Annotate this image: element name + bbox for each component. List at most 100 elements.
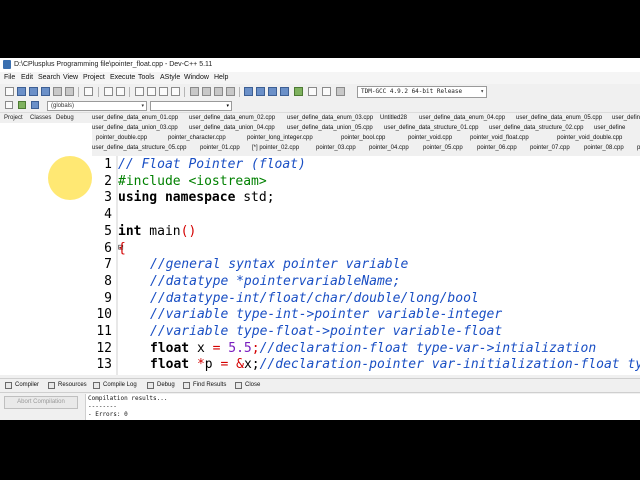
- toolbar-separator: [78, 87, 79, 97]
- devcpp-window: D:\CPlusplus Programming file\pointer_fl…: [0, 58, 640, 420]
- file-tab[interactable]: pointer_void_double.cpp: [557, 133, 622, 143]
- file-tab[interactable]: user_define_data_union_03.cpp: [92, 123, 178, 133]
- file-tab[interactable]: pointer_long_integer.cpp: [247, 133, 313, 143]
- file-tab[interactable]: pointer_05.cpp: [423, 143, 463, 153]
- tab-resources[interactable]: Resources: [58, 379, 87, 392]
- menu-project[interactable]: Project: [83, 72, 105, 84]
- keyword: using namespace: [118, 190, 236, 206]
- menu-help[interactable]: Help: [214, 72, 228, 84]
- tab-project[interactable]: Project: [4, 113, 23, 123]
- rebuild-all-icon[interactable]: [280, 87, 289, 96]
- goto-line-icon[interactable]: [171, 87, 180, 96]
- line-number: 1: [104, 157, 112, 172]
- tab-compiler[interactable]: Compiler: [15, 379, 39, 392]
- compile-run-icon[interactable]: [268, 87, 277, 96]
- letterbox-bottom: [0, 420, 640, 480]
- menu-view[interactable]: View: [63, 72, 78, 84]
- file-tab[interactable]: user_define_data_enum_01.cpp: [92, 113, 178, 123]
- file-tab[interactable]: user_define_data_structure_02.cpp: [489, 123, 583, 133]
- line-number: 3: [104, 190, 112, 206]
- tab-debug[interactable]: Debug: [157, 379, 175, 392]
- file-tab[interactable]: pointer_04.cpp: [369, 143, 409, 153]
- indent-icon[interactable]: [190, 87, 199, 96]
- new-class-icon[interactable]: [5, 101, 13, 109]
- file-tab[interactable]: pointer_void_float.cpp: [470, 133, 529, 143]
- chevron-down-icon: ▾: [226, 103, 229, 109]
- toggle-icon[interactable]: [31, 101, 39, 109]
- file-tab[interactable]: Untitled28: [380, 113, 407, 123]
- keyword: float: [150, 357, 190, 373]
- menu-astyle[interactable]: AStyle: [160, 72, 180, 84]
- file-tab[interactable]: user_define: [594, 123, 625, 133]
- replace-icon[interactable]: [147, 87, 156, 96]
- file-tab[interactable]: pointer_03.cpp: [316, 143, 356, 153]
- file-tab[interactable]: user_define_data_enum_03.cpp: [287, 113, 373, 123]
- close-file-icon[interactable]: [53, 87, 62, 96]
- insert-icon[interactable]: [18, 101, 26, 109]
- delete-profile-icon[interactable]: [336, 87, 345, 96]
- undo-icon[interactable]: [104, 87, 113, 96]
- tab-debug[interactable]: Debug: [56, 113, 74, 123]
- check-syntax-icon[interactable]: [294, 87, 303, 96]
- file-tab[interactable]: user_define_data_enum_02.cpp: [189, 113, 275, 123]
- code-text: main: [141, 223, 181, 239]
- file-tab[interactable]: user_define_data_union_05.cpp: [287, 123, 373, 133]
- file-tab[interactable]: pointer_character.cpp: [168, 133, 226, 143]
- line-number: 5: [104, 223, 112, 239]
- toggle-comment-icon[interactable]: [214, 87, 223, 96]
- menu-search[interactable]: Search: [38, 72, 60, 84]
- bookmark-icon[interactable]: [226, 87, 235, 96]
- menu-window[interactable]: Window: [184, 72, 209, 84]
- debug-icon[interactable]: [308, 87, 317, 96]
- find-next-icon[interactable]: [159, 87, 168, 96]
- toolbar-separator: [184, 87, 185, 97]
- close-all-icon[interactable]: [65, 87, 74, 96]
- file-tab[interactable]: pointer_bool.cpp: [341, 133, 385, 143]
- file-tab[interactable]: user_define_data_enum_04.cpp: [419, 113, 505, 123]
- tab-compile-log[interactable]: Compile Log: [103, 379, 137, 392]
- debug-icon: [147, 382, 154, 389]
- bottom-panel-tabs: Compiler Resources Compile Log Debug Fin…: [0, 378, 640, 393]
- abort-compilation-button[interactable]: Abort Compilation: [4, 396, 78, 409]
- file-tab[interactable]: user_define_data_structure_05.cpp: [92, 143, 186, 153]
- operator: ;: [251, 340, 260, 356]
- menu-edit[interactable]: Edit: [21, 72, 33, 84]
- find-icon[interactable]: [135, 87, 144, 96]
- file-tab[interactable]: user_define_data_enum_05.cpp: [516, 113, 602, 123]
- menu-tools[interactable]: Tools: [138, 72, 154, 84]
- file-tab[interactable]: user_define_data_union_04.cpp: [189, 123, 275, 133]
- file-tab[interactable]: pointer_void.cpp: [408, 133, 452, 143]
- compile-icon[interactable]: [244, 87, 253, 96]
- file-tab[interactable]: pointer_07.cpp: [530, 143, 570, 153]
- line-number: 7: [104, 257, 112, 273]
- unindent-icon[interactable]: [202, 87, 211, 96]
- tab-close[interactable]: Close: [245, 379, 260, 392]
- file-tab[interactable]: pointer_01.cpp: [200, 143, 240, 153]
- profile-icon[interactable]: [322, 87, 331, 96]
- file-tab[interactable]: pointer_double.cpp: [96, 133, 147, 143]
- menu-file[interactable]: File: [4, 72, 15, 84]
- code-line: //general syntax pointer variable: [150, 257, 409, 273]
- file-tab[interactable]: user_defin: [612, 113, 640, 123]
- code-line: using namespace std;: [118, 190, 275, 207]
- open-file-icon[interactable]: [17, 87, 26, 96]
- file-tab[interactable]: user_define_data_structure_01.cpp: [384, 123, 478, 133]
- save-icon[interactable]: [29, 87, 38, 96]
- close-icon: [235, 382, 242, 389]
- file-tab-active[interactable]: [*] pointer_02.cpp: [252, 143, 299, 153]
- tab-find-results[interactable]: Find Results: [193, 379, 226, 392]
- member-select[interactable]: ▾: [150, 101, 232, 111]
- compiler-select[interactable]: TDM-GCC 4.9.2 64-bit Release ▾: [357, 86, 487, 98]
- scope-select[interactable]: (globals) ▾: [47, 101, 147, 111]
- new-file-icon[interactable]: [5, 87, 14, 96]
- save-all-icon[interactable]: [41, 87, 50, 96]
- menu-execute[interactable]: Execute: [110, 72, 135, 84]
- file-tab[interactable]: pointer_06.cpp: [477, 143, 517, 153]
- run-icon[interactable]: [256, 87, 265, 96]
- tab-classes[interactable]: Classes: [30, 113, 51, 123]
- log-line: Compilation results...: [88, 395, 168, 402]
- redo-icon[interactable]: [116, 87, 125, 96]
- print-icon[interactable]: [84, 87, 93, 96]
- file-tab[interactable]: pointer_08.cpp: [584, 143, 624, 153]
- code-editor[interactable]: 1 2 3 4 5 6 7 8 9 10 11 12 13 ⊟ // Float…: [92, 156, 640, 375]
